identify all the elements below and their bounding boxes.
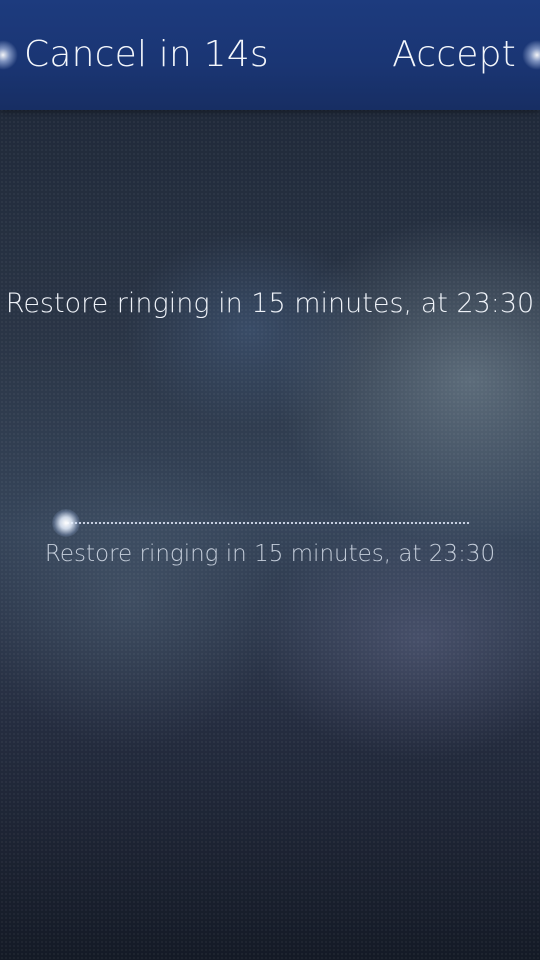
cancel-button[interactable]: Cancel in 14s xyxy=(24,32,269,78)
duration-slider[interactable] xyxy=(52,506,472,540)
slider-handle[interactable] xyxy=(52,509,80,537)
background-texture xyxy=(0,0,540,960)
slider-track[interactable] xyxy=(66,521,470,525)
accept-button[interactable]: Accept xyxy=(392,32,516,78)
header-glow-right-icon xyxy=(522,40,540,70)
header-glow-left-icon xyxy=(0,40,18,70)
dialog-title: Restore ringing in 15 minutes, at 23:30 xyxy=(5,288,535,319)
slider-value-label: Restore ringing in 15 minutes, at 23:30 xyxy=(44,541,496,567)
dialog-header: Cancel in 14s Accept xyxy=(0,0,540,110)
screen: Cancel in 14s Accept Restore ringing in … xyxy=(0,0,540,960)
